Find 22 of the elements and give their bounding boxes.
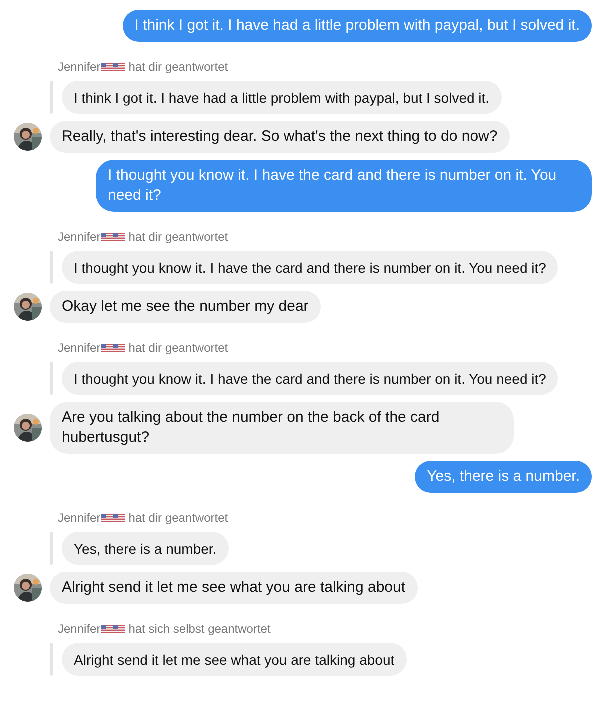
received-message: Alright send it let me see what you are talking about — [50, 572, 418, 604]
reply-note: hat dir geantwortet — [128, 511, 228, 525]
received-message: Really, that's interesting dear. So what's the next thing to do now? — [50, 121, 510, 153]
sender-name: Jennifer — [58, 622, 101, 636]
received-message: Okay let me see the number my dear — [50, 291, 321, 323]
reply-note: hat dir geantwortet — [128, 341, 228, 355]
sent-message: Yes, there is a number. — [415, 461, 592, 493]
reply-note: hat dir geantwortet — [128, 230, 228, 244]
sender-name: Jennifer — [58, 60, 101, 74]
sender-name: Jennifer — [58, 511, 101, 525]
quoted-message: I think I got it. I have had a little problem with paypal, but I solved it. — [62, 81, 502, 114]
reply-note: hat dir geantwortet — [128, 60, 228, 74]
quoted-message: Yes, there is a number. — [62, 532, 229, 565]
sender-name: Jennifer — [58, 230, 101, 244]
reply-note: hat sich selbst geantwortet — [128, 622, 271, 636]
quoted-message: Alright send it let me see what you are talking about — [62, 643, 407, 676]
quoted-message: I thought you know it. I have the card and there is number on it. You need it? — [62, 362, 558, 395]
received-message: Are you talking about the number on the back of the card hubertusgut? — [50, 402, 514, 454]
quoted-message: I thought you know it. I have the card and there is number on it. You need it? — [62, 251, 558, 284]
sender-name: Jennifer — [58, 341, 101, 355]
sent-message: I thought you know it. I have the card and there is number on it. You need it? — [96, 160, 592, 212]
sent-message: I think I got it. I have had a little problem with paypal, but I solved it. — [122, 10, 592, 42]
